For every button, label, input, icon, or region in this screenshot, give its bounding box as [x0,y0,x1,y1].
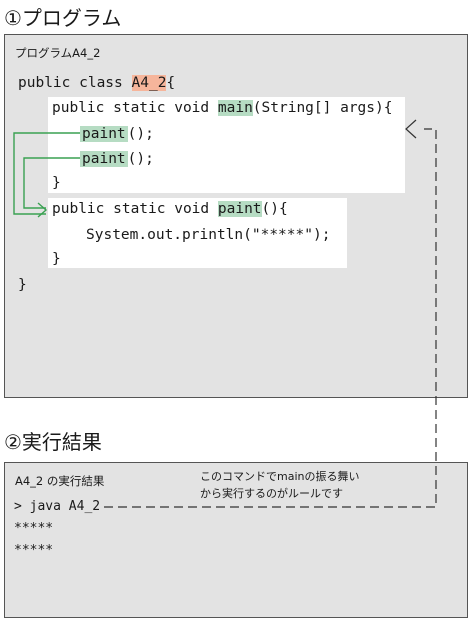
arrows-overlay [13,119,437,508]
dashed-link [104,128,437,508]
dashed-arrowhead [405,119,417,139]
green-arrowhead [37,202,48,218]
call-2-arrow [23,157,80,209]
